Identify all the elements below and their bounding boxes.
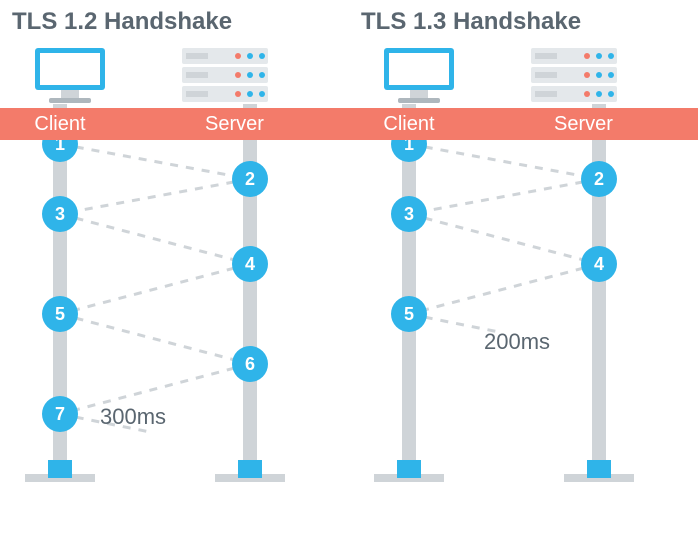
tls13-timeline: 12345 200ms [349,104,698,494]
svg-text:3: 3 [55,204,65,224]
tls13-title: TLS 1.3 Handshake [349,0,698,42]
server-rack-icon [479,46,669,104]
step-5: 5 [391,296,427,332]
client-monitor-icon [10,46,130,104]
svg-text:3: 3 [404,204,414,224]
step-3: 3 [42,196,78,232]
server-rack-icon [130,46,320,104]
svg-text:5: 5 [55,304,65,324]
tls13-time: 200ms [484,329,550,355]
header-bar: Client Server Client Server [0,108,698,140]
step-2: 2 [581,161,617,197]
step-6: 6 [232,346,268,382]
tls12-panel: TLS 1.2 Handshake [0,0,349,533]
tls12-time: 300ms [100,404,166,430]
step-4: 4 [581,246,617,282]
header-server-right: Server [469,108,698,140]
client-monitor-icon [359,46,479,104]
step-7: 7 [42,396,78,432]
svg-text:2: 2 [594,169,604,189]
tls12-icons [0,42,349,104]
svg-text:4: 4 [245,254,255,274]
tls13-panel: TLS 1.3 Handshake [349,0,698,533]
svg-text:7: 7 [55,404,65,424]
step-3: 3 [391,196,427,232]
step-4: 4 [232,246,268,282]
svg-text:4: 4 [594,254,604,274]
tls12-title: TLS 1.2 Handshake [0,0,349,42]
header-server-left: Server [120,108,349,140]
svg-text:5: 5 [404,304,414,324]
header-client-right: Client [349,108,469,140]
step-5: 5 [42,296,78,332]
step-2: 2 [232,161,268,197]
tls12-timeline: 1234567 300ms [0,104,349,494]
header-client-left: Client [0,108,120,140]
svg-text:6: 6 [245,354,255,374]
svg-text:2: 2 [245,169,255,189]
tls13-icons [349,42,698,104]
